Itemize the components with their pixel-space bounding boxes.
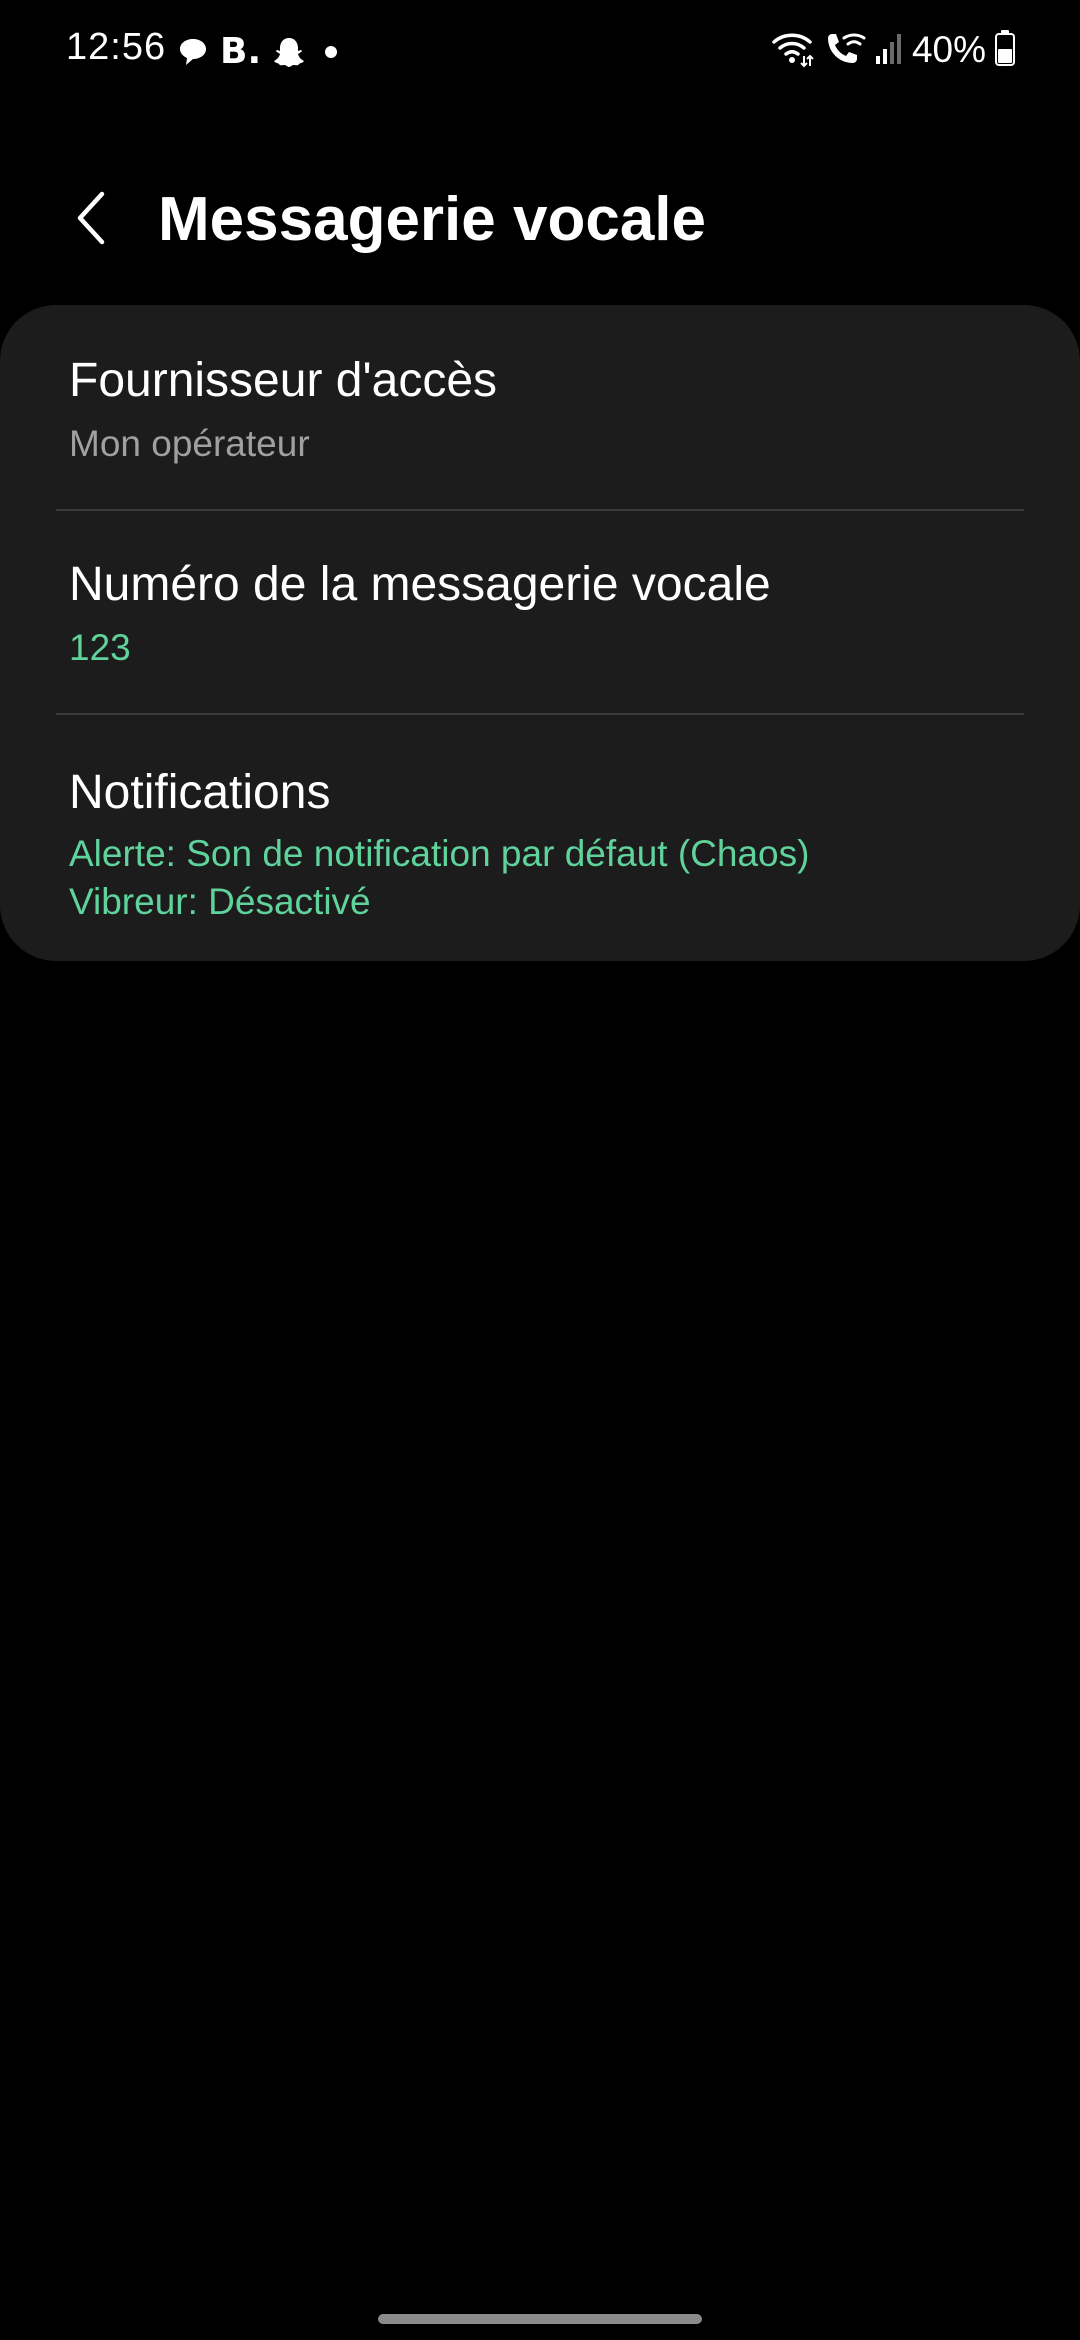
setting-title: Fournisseur d'accès <box>69 354 498 407</box>
signal-icon <box>874 30 904 71</box>
setting-value-vibrate: Vibreur: Désactivé <box>69 881 371 922</box>
battery-icon <box>994 29 1016 72</box>
status-notification-icons: B. <box>176 30 338 74</box>
setting-value: Mon opérateur <box>69 423 310 464</box>
setting-title: Numéro de la messagerie vocale <box>69 558 771 611</box>
wifi-calling-icon <box>822 28 866 73</box>
chat-bubble-icon <box>176 35 210 69</box>
setting-notifications[interactable]: Notifications Alerte: Son de notificatio… <box>0 713 1080 961</box>
snapchat-ghost-icon <box>271 34 307 70</box>
status-system-icons: 40% <box>770 26 1016 74</box>
app-header: Messagerie vocale <box>0 160 1080 280</box>
setting-value: 123 <box>69 627 131 668</box>
setting-value-alert: Alerte: Son de notification par défaut (… <box>69 833 810 874</box>
setting-title: Notifications <box>69 766 331 819</box>
screen: 12:56 B. 40% Messagerie vocale Fournisse… <box>0 0 1080 2340</box>
setting-provider[interactable]: Fournisseur d'accès Mon opérateur <box>0 305 1080 509</box>
chevron-left-icon <box>70 188 110 253</box>
home-indicator[interactable] <box>378 2314 702 2324</box>
wifi-icon <box>770 28 814 73</box>
settings-card: Fournisseur d'accès Mon opérateur Numéro… <box>0 305 1080 961</box>
battery-percent: 40% <box>911 29 986 70</box>
back-button[interactable] <box>52 182 128 258</box>
status-time: 12:56 <box>66 26 167 68</box>
page-title: Messagerie vocale <box>158 185 707 254</box>
status-bar: 12:56 B. 40% <box>0 0 1080 100</box>
dot-icon <box>325 46 338 58</box>
setting-voicemail-number[interactable]: Numéro de la messagerie vocale 123 <box>0 509 1080 713</box>
b-logo-icon: B. <box>220 31 262 72</box>
